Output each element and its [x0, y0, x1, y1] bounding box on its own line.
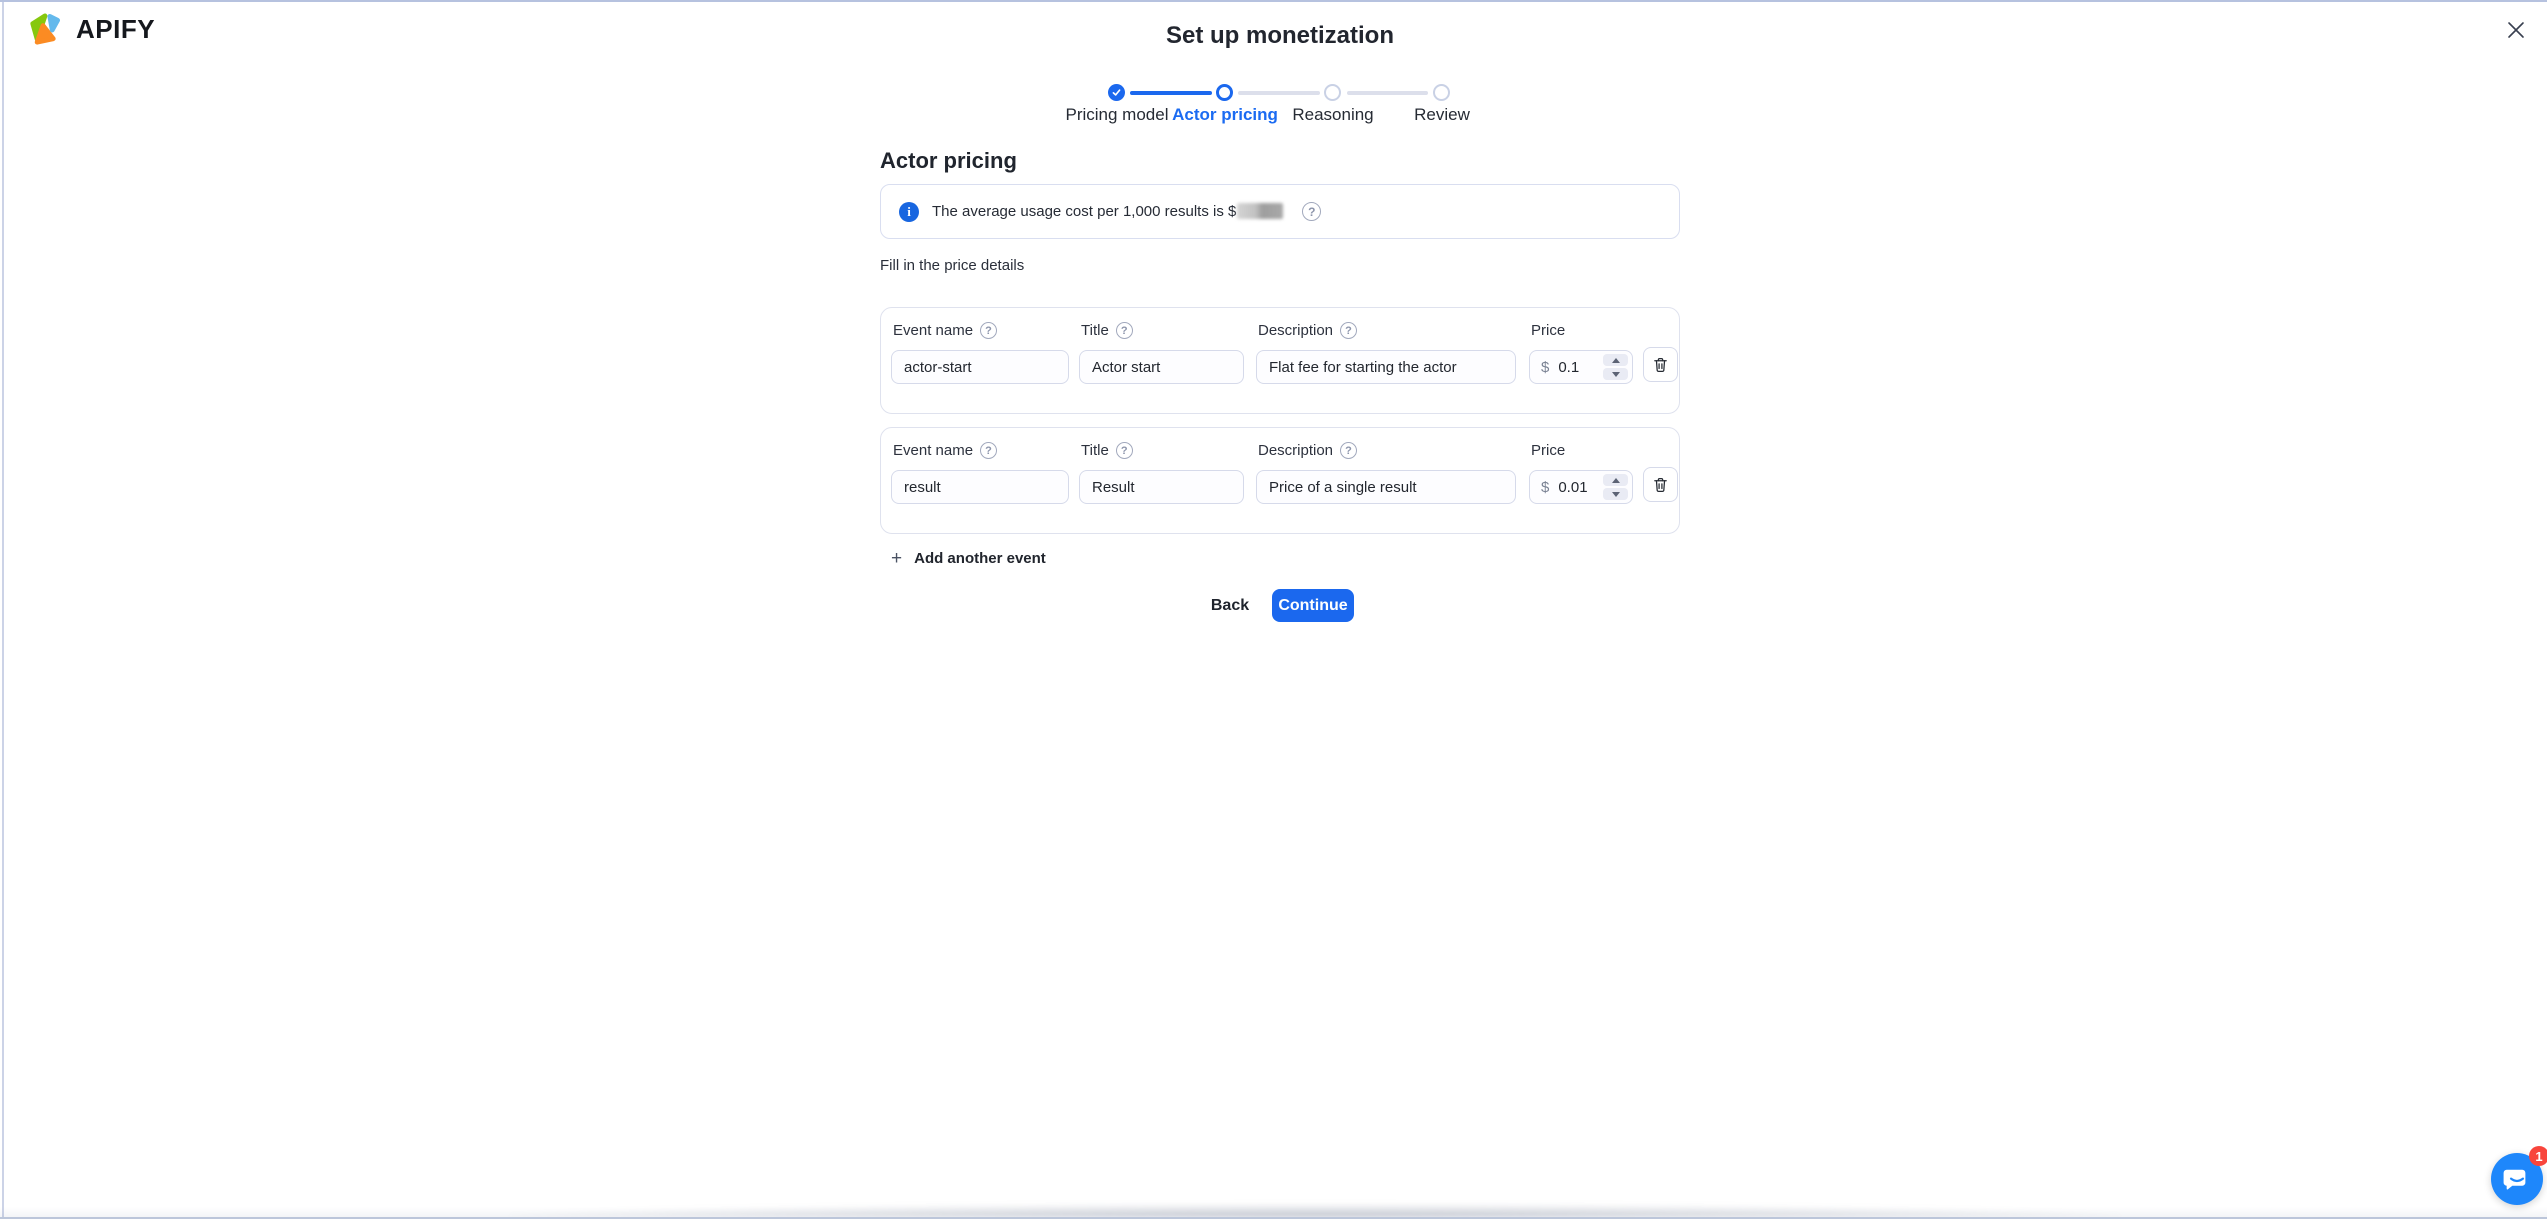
step-circle-pricing-model[interactable]	[1108, 84, 1125, 101]
step-label-review[interactable]: Review	[1414, 105, 1470, 125]
price-input[interactable]	[1549, 479, 1593, 496]
redacted-value	[1237, 203, 1283, 219]
currency-symbol: $	[1530, 479, 1549, 496]
description-label: Description ?	[1258, 322, 1516, 339]
step-label-pricing-model[interactable]: Pricing model	[1066, 105, 1169, 125]
field-label-text: Event name	[893, 442, 973, 459]
add-another-event-label: Add another event	[914, 550, 1046, 567]
step-connector-todo	[1238, 91, 1320, 95]
field-label-text: Description	[1258, 442, 1333, 459]
delete-event-button[interactable]	[1643, 347, 1678, 382]
close-icon	[2504, 18, 2528, 42]
decrement-button[interactable]	[1603, 368, 1628, 380]
apify-brand: APIFY	[26, 12, 155, 47]
event-name-input[interactable]	[891, 470, 1069, 504]
apify-logo-icon	[26, 12, 61, 47]
increment-button[interactable]	[1603, 474, 1628, 486]
increment-button[interactable]	[1603, 354, 1628, 366]
step-label-actor-pricing[interactable]: Actor pricing	[1172, 105, 1278, 125]
window-edge-top	[0, 0, 2547, 2]
title-input[interactable]	[1079, 350, 1244, 384]
step-circle-reasoning[interactable]	[1324, 84, 1341, 101]
continue-button[interactable]: Continue	[1272, 589, 1354, 622]
event-name-label: Event name ?	[893, 442, 1069, 459]
close-button[interactable]	[2501, 15, 2531, 45]
help-icon[interactable]: ?	[980, 322, 997, 339]
help-icon[interactable]: ?	[1116, 442, 1133, 459]
event-row-card: Event name ? Title ? Description ? Price…	[880, 427, 1680, 534]
arrow-down-icon	[1612, 492, 1620, 497]
trash-icon	[1652, 356, 1669, 374]
description-input[interactable]	[1256, 350, 1516, 384]
arrow-up-icon	[1612, 358, 1620, 363]
price-stepper	[1603, 354, 1628, 380]
title-label: Title ?	[1081, 322, 1244, 339]
window-edge-left	[2, 2, 4, 1219]
trash-icon	[1652, 476, 1669, 494]
field-label-text: Title	[1081, 322, 1109, 339]
field-label-text: Price	[1531, 322, 1565, 339]
field-label-text: Description	[1258, 322, 1333, 339]
info-banner-text-content: The average usage cost per 1,000 results…	[932, 203, 1236, 220]
help-icon[interactable]: ?	[980, 442, 997, 459]
title-label: Title ?	[1081, 442, 1244, 459]
dock-shadow	[510, 1202, 2120, 1217]
price-label: Price	[1531, 322, 1633, 339]
step-circle-actor-pricing[interactable]	[1216, 84, 1233, 101]
help-icon[interactable]: ?	[1116, 322, 1133, 339]
step-connector-todo	[1347, 91, 1428, 95]
page-title: Actor pricing	[880, 148, 1680, 174]
price-input-group: $	[1529, 350, 1633, 384]
step-connector-done	[1130, 91, 1212, 95]
plus-icon: +	[891, 549, 902, 568]
decrement-button[interactable]	[1603, 488, 1628, 500]
delete-event-button[interactable]	[1643, 467, 1678, 502]
info-icon: i	[899, 202, 919, 222]
notification-badge: 1	[2529, 1146, 2547, 1166]
description-input[interactable]	[1256, 470, 1516, 504]
chat-bubble-icon	[2503, 1166, 2531, 1193]
event-row-card: Event name ? Title ? Description ? Price…	[880, 307, 1680, 414]
price-details-subtitle: Fill in the price details	[880, 257, 1024, 274]
title-input[interactable]	[1079, 470, 1244, 504]
help-icon[interactable]: ?	[1302, 202, 1321, 221]
add-another-event-button[interactable]: + Add another event	[891, 549, 1046, 568]
back-button[interactable]: Back	[1200, 589, 1260, 622]
check-icon	[1111, 87, 1122, 98]
currency-symbol: $	[1530, 359, 1549, 376]
field-label-text: Event name	[893, 322, 973, 339]
price-label: Price	[1531, 442, 1633, 459]
info-banner: i The average usage cost per 1,000 resul…	[880, 184, 1680, 239]
field-label-text: Title	[1081, 442, 1109, 459]
event-name-label: Event name ?	[893, 322, 1069, 339]
brand-wordmark: APIFY	[76, 14, 155, 45]
price-stepper	[1603, 474, 1628, 500]
info-banner-text: The average usage cost per 1,000 results…	[932, 203, 1289, 220]
modal-title: Set up monetization	[1166, 22, 1394, 50]
field-label-text: Price	[1531, 442, 1565, 459]
help-icon[interactable]: ?	[1340, 322, 1357, 339]
arrow-up-icon	[1612, 478, 1620, 483]
description-label: Description ?	[1258, 442, 1516, 459]
help-icon[interactable]: ?	[1340, 442, 1357, 459]
step-circle-review[interactable]	[1433, 84, 1450, 101]
arrow-down-icon	[1612, 372, 1620, 377]
event-name-input[interactable]	[891, 350, 1069, 384]
step-label-reasoning[interactable]: Reasoning	[1292, 105, 1373, 125]
price-input-group: $	[1529, 470, 1633, 504]
price-input[interactable]	[1549, 359, 1593, 376]
